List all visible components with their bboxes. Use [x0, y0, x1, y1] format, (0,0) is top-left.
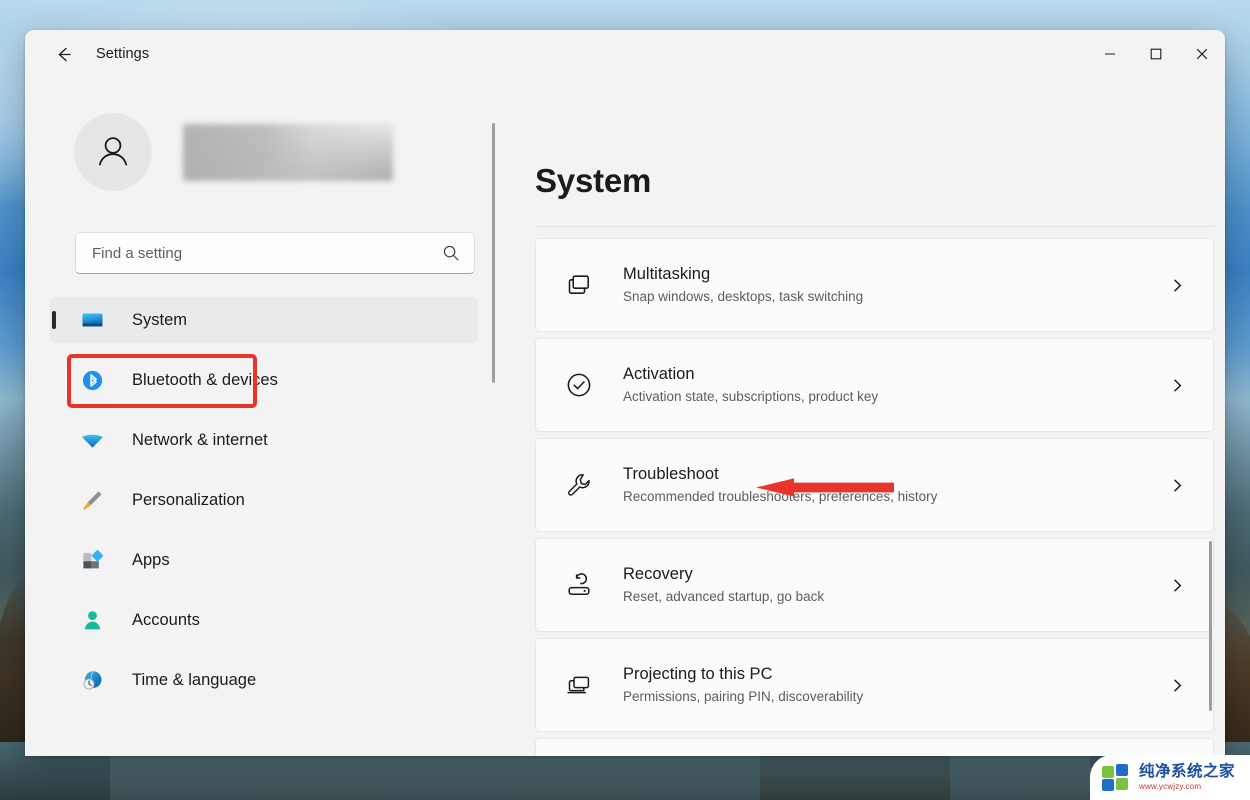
monitor-icon [79, 307, 105, 333]
chevron-right-icon[interactable] [1165, 473, 1189, 497]
page-title: System [535, 162, 652, 199]
minimize-icon [1105, 53, 1115, 55]
settings-card-activation[interactable]: Activation Activation state, subscriptio… [535, 338, 1214, 432]
site-watermark: 纯净系统之家 www.ycwjzy.com [1090, 755, 1250, 800]
wifi-icon [79, 427, 105, 453]
bluetooth-icon [79, 367, 105, 393]
title-bar: Settings [25, 30, 1225, 78]
search-icon[interactable] [442, 244, 460, 262]
window-body: System Bluetooth & devices [25, 78, 1225, 756]
sidebar-item-label: Network & internet [132, 430, 268, 449]
main-scrollbar[interactable] [1205, 158, 1217, 744]
window-title: Settings [96, 46, 150, 62]
watermark-brand: 纯净系统之家 [1139, 762, 1236, 781]
card-subtitle: Snap windows, desktops, task switching [623, 289, 864, 305]
search-input[interactable] [92, 244, 442, 262]
sidebar-item-accounts[interactable]: Accounts [50, 597, 478, 643]
watermark-text: 纯净系统之家 www.ycwjzy.com [1139, 764, 1235, 791]
projecting-screens-icon [563, 669, 595, 701]
sidebar-item-label: Time & language [132, 670, 257, 689]
main-content: System Multitasking Snap windows, deskto… [503, 78, 1225, 756]
close-button[interactable] [1179, 30, 1225, 78]
settings-card-troubleshoot[interactable]: Troubleshoot Recommended troubleshooters… [535, 438, 1214, 532]
sidebar-item-label: Accounts [132, 610, 200, 629]
card-subtitle: Permissions, pairing PIN, discoverabilit… [623, 689, 864, 705]
window-controls [1087, 30, 1225, 78]
settings-window: Settings Find a setting System Bluetooth… [25, 30, 1225, 756]
person-avatar-icon [98, 137, 128, 166]
wrench-icon [563, 469, 595, 501]
sidebar-item-bluetooth-devices[interactable]: Bluetooth & devices [50, 357, 478, 403]
card-subtitle: Activation state, subscriptions, product… [623, 389, 879, 405]
chevron-right-icon[interactable] [1165, 273, 1189, 297]
sidebar-nav: System Bluetooth & devices Network & int… [50, 297, 478, 703]
sidebar-item-label: Bluetooth & devices [132, 370, 278, 389]
sidebar-scrollbar[interactable] [488, 96, 500, 746]
card-text: Multitasking Snap windows, desktops, tas… [623, 264, 1165, 305]
back-button[interactable] [46, 37, 80, 71]
user-profile[interactable] [74, 113, 503, 191]
settings-card-partial-next[interactable] [535, 738, 1214, 756]
account-icon [79, 607, 105, 633]
card-subtitle: Recommended troubleshooters, preferences… [623, 489, 938, 505]
settings-card-list: Multitasking Snap windows, desktops, tas… [535, 238, 1214, 756]
chevron-right-icon[interactable] [1165, 573, 1189, 597]
card-title: Projecting to this PC [623, 665, 773, 684]
sidebar-item-label: System [132, 310, 188, 329]
sidebar-item-label: Apps [132, 550, 170, 569]
title-divider [535, 226, 1214, 227]
card-subtitle: Reset, advanced startup, go back [623, 589, 825, 605]
sidebar-item-network-internet[interactable]: Network & internet [50, 417, 478, 463]
maximize-button[interactable] [1133, 30, 1179, 78]
sidebar-scrollbar-thumb[interactable] [492, 123, 495, 383]
paintbrush-icon [79, 487, 105, 513]
sidebar-item-time-language[interactable]: Time & language [50, 657, 478, 703]
sidebar-item-apps[interactable]: Apps [50, 537, 478, 583]
watermark-url: www.ycwjzy.com [1139, 781, 1202, 791]
settings-card-multitasking[interactable]: Multitasking Snap windows, desktops, tas… [535, 238, 1214, 332]
card-title: Troubleshoot [623, 465, 719, 484]
apps-icon [79, 547, 105, 573]
card-title: Multitasking [623, 265, 711, 284]
card-text: Activation Activation state, subscriptio… [623, 364, 1165, 405]
main-scrollbar-thumb[interactable] [1209, 541, 1212, 711]
card-text: Troubleshoot Recommended troubleshooters… [623, 464, 1165, 505]
card-text: Recovery Reset, advanced startup, go bac… [623, 564, 1165, 605]
account-name-redacted [183, 123, 393, 181]
check-circle-icon [563, 369, 595, 401]
card-title: Recovery [623, 565, 693, 584]
minimize-button[interactable] [1087, 30, 1133, 78]
desktop-wallpaper: Settings Find a setting System Bluetooth… [0, 0, 1250, 800]
settings-card-recovery[interactable]: Recovery Reset, advanced startup, go bac… [535, 538, 1214, 632]
multitasking-windows-icon [563, 269, 595, 301]
card-text: Projecting to this PC Permissions, pairi… [623, 664, 1165, 705]
sidebar: System Bluetooth & devices [25, 78, 503, 756]
maximize-icon [1150, 48, 1162, 60]
settings-card-projecting-to-this-pc[interactable]: Projecting to this PC Permissions, pairi… [535, 638, 1214, 732]
sidebar-item-personalization[interactable]: Personalization [50, 477, 478, 523]
watermark-logo-icon [1102, 763, 1132, 792]
card-title: Activation [623, 365, 695, 384]
chevron-right-icon[interactable] [1165, 673, 1189, 697]
recovery-drive-icon [563, 569, 595, 601]
search-box[interactable] [75, 232, 475, 274]
back-arrow-icon [58, 47, 71, 61]
close-icon [1196, 48, 1208, 60]
chevron-right-icon[interactable] [1165, 373, 1189, 397]
clock-globe-icon [79, 667, 105, 693]
sidebar-item-label: Personalization [132, 490, 245, 509]
sidebar-item-system[interactable]: System [50, 297, 478, 343]
avatar [74, 113, 152, 191]
